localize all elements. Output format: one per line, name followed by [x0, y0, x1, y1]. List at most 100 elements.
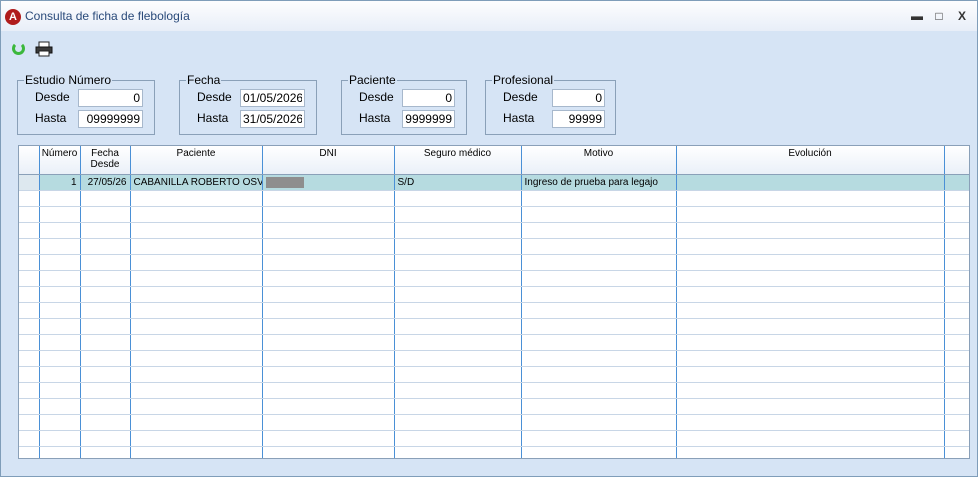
- table-row[interactable]: [19, 270, 969, 287]
- empty-cell: [394, 398, 522, 415]
- table-row[interactable]: [19, 366, 969, 383]
- paciente-hasta-input[interactable]: [402, 110, 455, 128]
- maximize-button[interactable]: □: [930, 8, 948, 24]
- row-selector[interactable]: [19, 430, 40, 447]
- table-row[interactable]: [19, 302, 969, 319]
- table-row[interactable]: [19, 190, 969, 207]
- empty-cell: [521, 334, 677, 351]
- empty-cell: [39, 366, 81, 383]
- empty-cell: [262, 366, 395, 383]
- row-selector[interactable]: [19, 222, 40, 239]
- empty-cell: [676, 318, 945, 335]
- col-header-dni[interactable]: DNI: [262, 146, 395, 175]
- col-header-fecha[interactable]: Fecha Desde: [80, 146, 131, 175]
- empty-cell: [130, 446, 263, 458]
- empty-cell: [130, 318, 263, 335]
- cell-filler: [944, 174, 969, 191]
- col-header-numero[interactable]: Número: [39, 146, 81, 175]
- row-selector[interactable]: [19, 174, 40, 191]
- empty-cell: [394, 366, 522, 383]
- empty-cell: [39, 190, 81, 207]
- printer-icon[interactable]: [35, 41, 55, 59]
- empty-cell: [944, 238, 969, 255]
- row-selector[interactable]: [19, 270, 40, 287]
- table-row[interactable]: [19, 430, 969, 447]
- main-window: A Consulta de ficha de flebología ▬ □ X …: [0, 0, 978, 477]
- paciente-desde-input[interactable]: [402, 89, 455, 107]
- row-selector[interactable]: [19, 398, 40, 415]
- empty-cell: [80, 254, 131, 271]
- estudio-hasta-input[interactable]: [78, 110, 143, 128]
- empty-cell: [944, 190, 969, 207]
- empty-cell: [130, 430, 263, 447]
- col-header-paciente[interactable]: Paciente: [130, 146, 263, 175]
- table-row[interactable]: 1 27/05/26 CABANILLA ROBERTO OSVA S/D In…: [19, 174, 969, 191]
- row-selector[interactable]: [19, 446, 40, 458]
- empty-cell: [676, 350, 945, 367]
- cell-dni: [262, 174, 395, 191]
- empty-cell: [130, 398, 263, 415]
- table-row[interactable]: [19, 414, 969, 431]
- empty-cell: [944, 222, 969, 239]
- estudio-desde-input[interactable]: [78, 89, 143, 107]
- empty-cell: [262, 382, 395, 399]
- fecha-desde-input[interactable]: [240, 89, 305, 107]
- col-header-motivo[interactable]: Motivo: [521, 146, 677, 175]
- col-header-evolucion[interactable]: Evolución: [676, 146, 945, 175]
- empty-cell: [521, 270, 677, 287]
- results-grid[interactable]: Número Fecha Desde Paciente DNI Seguro m…: [18, 145, 970, 459]
- status-bar: [1, 459, 977, 476]
- estudio-hasta-label: Hasta: [35, 111, 67, 125]
- window-title: Consulta de ficha de flebología: [25, 9, 190, 23]
- row-selector[interactable]: [19, 238, 40, 255]
- row-selector[interactable]: [19, 286, 40, 303]
- empty-cell: [80, 366, 131, 383]
- table-row[interactable]: [19, 318, 969, 335]
- empty-cell: [39, 398, 81, 415]
- row-selector[interactable]: [19, 334, 40, 351]
- empty-cell: [39, 414, 81, 431]
- fecha-hasta-input[interactable]: [240, 110, 305, 128]
- empty-cell: [676, 222, 945, 239]
- empty-cell: [944, 366, 969, 383]
- cell-motivo: Ingreso de prueba para legajo: [521, 174, 677, 191]
- refresh-icon[interactable]: [12, 42, 25, 55]
- profesional-hasta-input[interactable]: [552, 110, 605, 128]
- row-selector[interactable]: [19, 254, 40, 271]
- row-selector[interactable]: [19, 350, 40, 367]
- empty-cell: [262, 254, 395, 271]
- table-row[interactable]: [19, 206, 969, 223]
- row-selector[interactable]: [19, 206, 40, 223]
- row-selector[interactable]: [19, 382, 40, 399]
- table-row[interactable]: [19, 222, 969, 239]
- empty-cell: [676, 366, 945, 383]
- empty-cell: [394, 302, 522, 319]
- row-selector[interactable]: [19, 414, 40, 431]
- table-row[interactable]: [19, 350, 969, 367]
- row-selector[interactable]: [19, 318, 40, 335]
- empty-cell: [944, 318, 969, 335]
- empty-cell: [80, 350, 131, 367]
- empty-cell: [521, 318, 677, 335]
- table-row[interactable]: [19, 238, 969, 255]
- col-header-seguro[interactable]: Seguro médico: [394, 146, 522, 175]
- empty-cell: [394, 270, 522, 287]
- empty-cell: [39, 286, 81, 303]
- row-selector[interactable]: [19, 366, 40, 383]
- empty-cell: [262, 238, 395, 255]
- profesional-desde-input[interactable]: [552, 89, 605, 107]
- minimize-button[interactable]: ▬: [908, 8, 926, 24]
- table-row[interactable]: [19, 382, 969, 399]
- row-selector[interactable]: [19, 302, 40, 319]
- table-row[interactable]: [19, 254, 969, 271]
- row-selector-header: [19, 146, 40, 175]
- empty-cell: [944, 302, 969, 319]
- table-row[interactable]: [19, 398, 969, 415]
- table-row[interactable]: [19, 286, 969, 303]
- row-selector[interactable]: [19, 190, 40, 207]
- table-row[interactable]: [19, 446, 969, 458]
- close-button[interactable]: X: [953, 8, 971, 24]
- empty-cell: [262, 286, 395, 303]
- cell-paciente: CABANILLA ROBERTO OSVA: [130, 174, 263, 191]
- table-row[interactable]: [19, 334, 969, 351]
